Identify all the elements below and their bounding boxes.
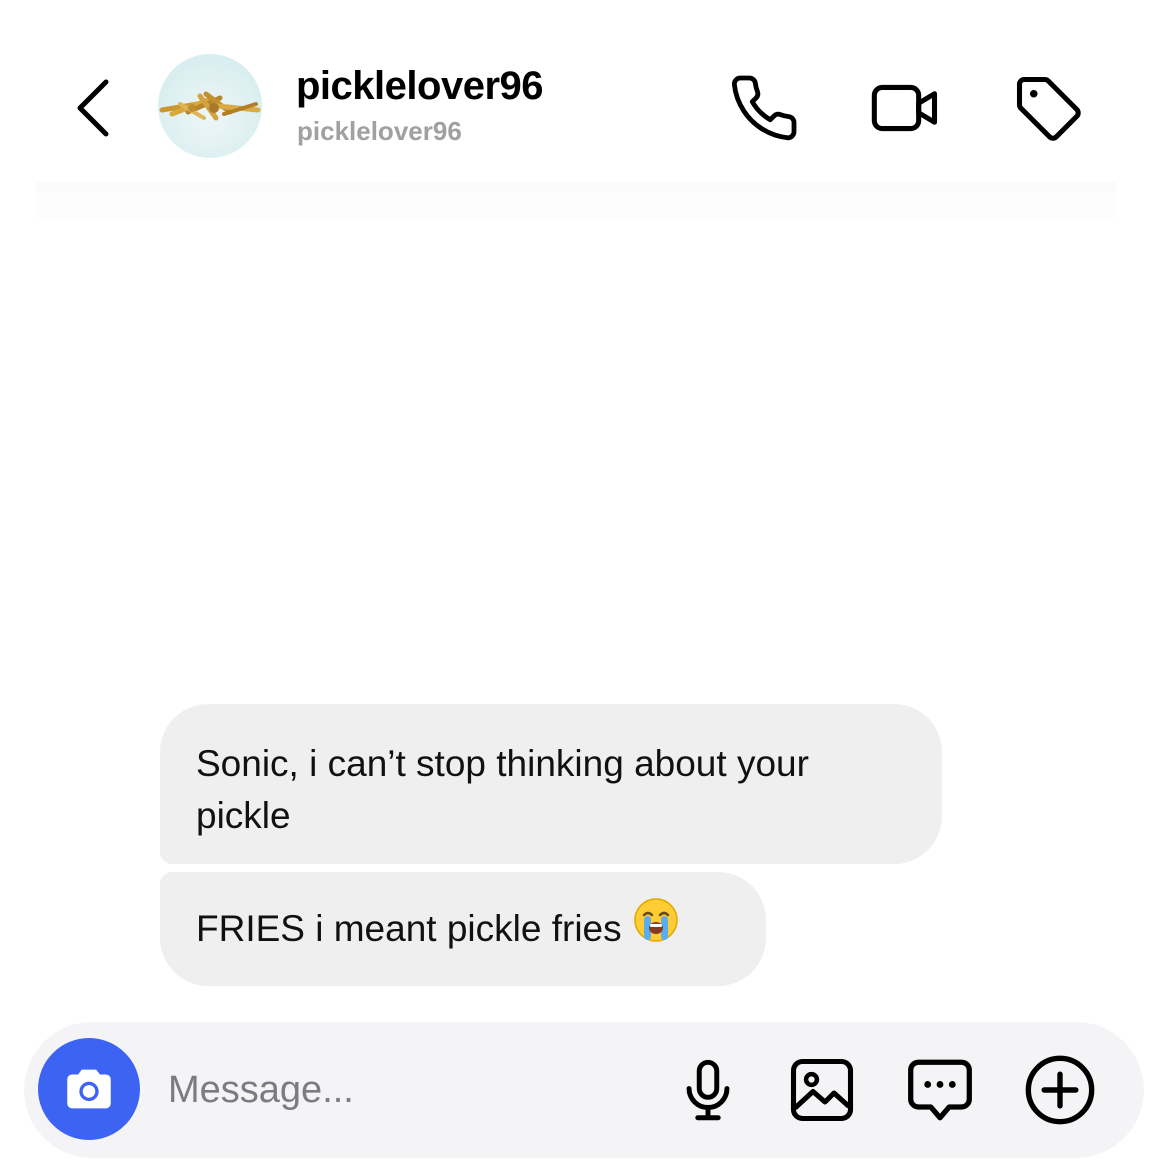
- pickle-fries-avatar-image: [159, 91, 261, 121]
- chevron-left-icon: [77, 79, 109, 137]
- chat-bubble-ellipsis-icon: [908, 1059, 972, 1121]
- camera-icon: [67, 1069, 111, 1109]
- message-bubble[interactable]: Sonic, i can’t stop thinking about your …: [160, 704, 942, 864]
- sticker-button[interactable]: [900, 1050, 980, 1130]
- message-input[interactable]: [168, 1062, 648, 1118]
- microphone-icon: [686, 1059, 730, 1121]
- add-button[interactable]: [1020, 1050, 1100, 1130]
- plus-circle-icon: [1025, 1055, 1095, 1125]
- tag-button[interactable]: [1006, 66, 1090, 150]
- message-bubble[interactable]: FRIES i meant pickle fries: [160, 872, 766, 986]
- avatar[interactable]: [158, 54, 262, 158]
- video-call-button[interactable]: [864, 66, 948, 150]
- voice-message-button[interactable]: [668, 1050, 748, 1130]
- camera-button[interactable]: [38, 1038, 140, 1140]
- tag-icon: [1016, 76, 1081, 141]
- contact-display-name[interactable]: picklelover96: [296, 64, 544, 109]
- message-text: FRIES i meant pickle fries: [196, 908, 622, 949]
- call-button[interactable]: [722, 66, 806, 150]
- video-camera-icon: [871, 84, 938, 132]
- loudly-crying-face-icon: [632, 896, 680, 958]
- gallery-button[interactable]: [782, 1050, 862, 1130]
- header-divider: [36, 182, 1116, 218]
- image-icon: [790, 1058, 854, 1122]
- phone-icon: [731, 75, 797, 141]
- back-button[interactable]: [62, 68, 126, 148]
- message-text: Sonic, i can’t stop thinking about your …: [196, 743, 809, 836]
- contact-username: picklelover96: [297, 116, 462, 146]
